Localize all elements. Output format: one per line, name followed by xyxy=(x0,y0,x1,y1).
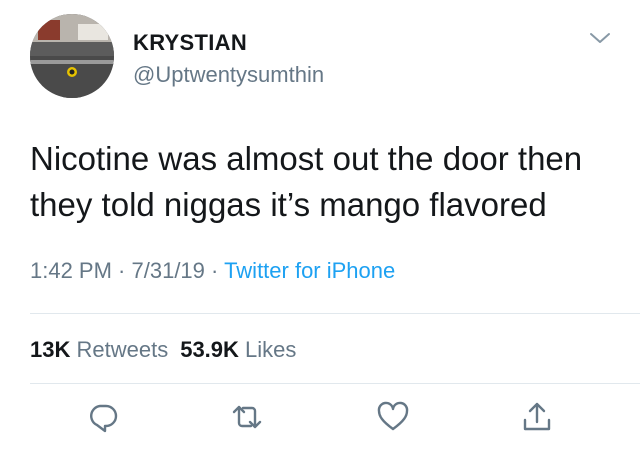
reply-button[interactable] xyxy=(86,400,120,434)
meta-separator: · xyxy=(204,258,225,283)
retweets-label: Retweets xyxy=(76,337,169,362)
reply-icon xyxy=(90,404,118,433)
display-name[interactable]: KRYSTIAN xyxy=(133,30,247,56)
likes-stat[interactable]: 53.9K Likes xyxy=(180,337,296,362)
tweet-stats: 13K Retweets 53.9K Likes xyxy=(30,337,296,363)
avatar-photo-icon xyxy=(30,14,114,98)
tweet-text: Nicotine was almost out the door then th… xyxy=(30,136,620,228)
divider xyxy=(30,383,640,384)
likes-label: Likes xyxy=(245,337,297,362)
tweet-text-line: Nicotine was almost out the door then xyxy=(30,140,583,177)
likes-count: 53.9K xyxy=(180,337,239,362)
tweet-card: KRYSTIAN @Uptwentysumthin Nicotine was a… xyxy=(0,0,640,459)
chevron-down-icon[interactable] xyxy=(588,30,612,46)
like-heart-icon xyxy=(377,401,409,431)
tweet-source-link[interactable]: Twitter for iPhone xyxy=(224,258,395,283)
share-button[interactable] xyxy=(520,400,554,434)
meta-separator: · xyxy=(111,258,132,283)
tweet-time[interactable]: 1:42 PM xyxy=(30,258,112,283)
share-icon xyxy=(523,402,551,431)
retweet-icon xyxy=(232,405,262,429)
tweet-meta: 1:42 PM · 7/31/19 · Twitter for iPhone xyxy=(30,258,395,284)
tweet-text-line: they told niggas it’s mango flavored xyxy=(30,186,547,223)
avatar[interactable] xyxy=(30,14,114,98)
user-handle[interactable]: @Uptwentysumthin xyxy=(133,62,324,88)
tweet-date[interactable]: 7/31/19 xyxy=(132,258,205,283)
divider xyxy=(30,313,640,314)
retweet-button[interactable] xyxy=(230,400,264,434)
retweets-count: 13K xyxy=(30,337,71,362)
retweets-stat[interactable]: 13K Retweets xyxy=(30,337,168,362)
like-button[interactable] xyxy=(376,400,410,434)
